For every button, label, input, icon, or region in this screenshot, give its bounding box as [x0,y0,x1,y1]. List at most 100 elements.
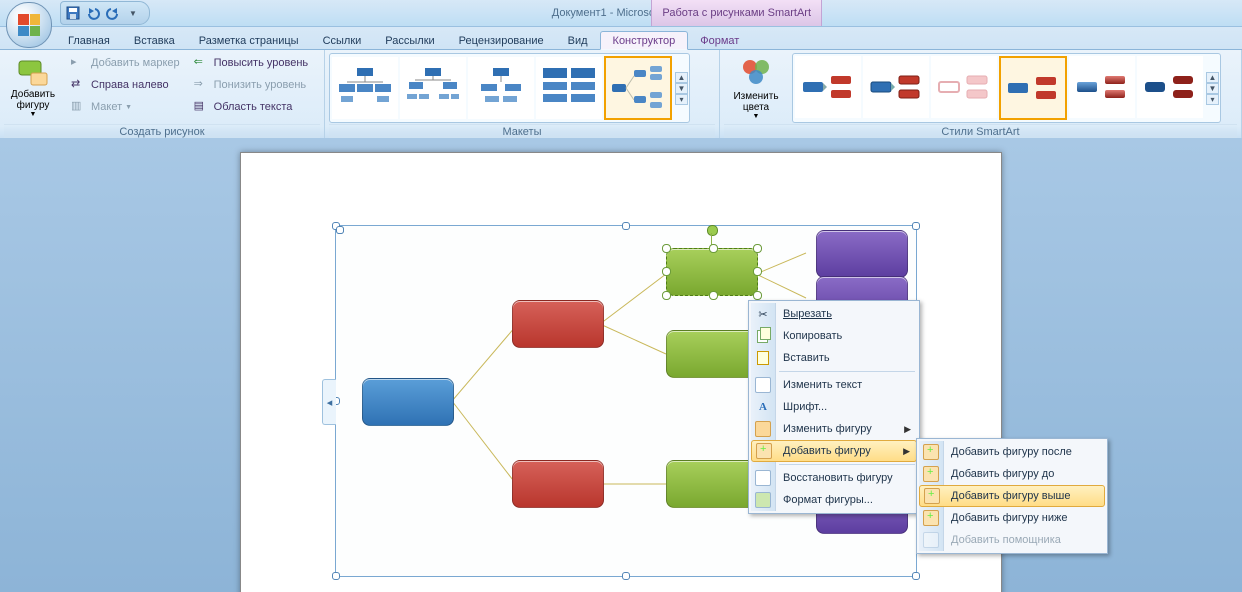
gallery-more[interactable]: ▾ [675,94,688,105]
layout-option-1[interactable] [332,57,398,119]
menu-cut[interactable]: ✂ Вырезать [751,303,917,325]
frame-handle-br[interactable] [912,572,920,580]
tab-format[interactable]: Формат [688,32,751,49]
save-button[interactable] [65,5,81,21]
add-shape-label: Добавить фигуру [7,89,59,111]
menu-copy[interactable]: Копировать [751,325,917,347]
change-shape-icon [755,421,771,437]
styles-scroll-down[interactable]: ▼ [1206,83,1219,94]
qat-customize-button[interactable]: ▼ [125,5,141,21]
demote-button[interactable]: ⇒Понизить уровень [189,74,314,96]
styles-gallery-scroll: ▲ ▼ ▾ [1206,72,1219,105]
style-option-2[interactable] [863,56,929,118]
menu-edit-text[interactable]: Изменить текст [751,374,917,396]
sel-handle-r[interactable] [753,267,762,276]
tab-references[interactable]: Ссылки [311,32,374,49]
group-styles: Изменить цвета ▼ ▲ ▼ ▾ Стили S [720,50,1242,140]
tab-insert[interactable]: Вставка [122,32,187,49]
layout-option-4[interactable] [536,57,602,119]
submenu-arrow-icon: ▶ [903,446,910,457]
add-shape-button[interactable]: Добавить фигуру ▼ [4,52,62,121]
smartart-node-a1[interactable] [512,300,604,348]
styles-more[interactable]: ▾ [1206,94,1219,105]
text-pane-icon: ▤ [194,99,210,115]
office-button[interactable] [6,2,52,48]
menu-paste[interactable]: Вставить [751,347,917,369]
frame-handle-tr[interactable] [912,222,920,230]
font-icon: A [755,399,771,415]
redo-icon [106,6,120,20]
sel-handle-tr[interactable] [753,244,762,253]
gallery-scroll-down[interactable]: ▼ [675,83,688,94]
right-to-left-button[interactable]: ⇄Справа налево [66,74,185,96]
tab-page-layout[interactable]: Разметка страницы [187,32,311,49]
layout-dropdown-button[interactable]: ▥Макет▼ [66,96,185,118]
sel-handle-b[interactable] [709,291,718,300]
ribbon-tabs: Главная Вставка Разметка страницы Ссылки… [0,27,1242,50]
sel-handle-tl[interactable] [662,244,671,253]
frame-handle-tl[interactable] [332,222,340,230]
quick-access-toolbar: ▼ [60,1,150,25]
sel-handle-bl[interactable] [662,291,671,300]
gallery-scroll-up[interactable]: ▲ [675,72,688,83]
menu-format-shape[interactable]: Формат фигуры... [751,489,917,511]
layouts-gallery-scroll: ▲ ▼ ▾ [675,72,688,105]
smartart-node-root[interactable] [362,378,454,426]
sel-handle-br[interactable] [753,291,762,300]
submenu-add-below[interactable]: Добавить фигуру ниже [919,507,1105,529]
rotate-handle[interactable] [707,225,718,236]
bullet-icon: ▸ [71,55,87,71]
smartart-node-selected[interactable] [666,248,758,296]
edit-text-icon [755,377,771,393]
sel-handle-t[interactable] [709,244,718,253]
submenu-arrow-icon: ▶ [904,424,911,435]
styles-scroll-up[interactable]: ▲ [1206,72,1219,83]
menu-reset-shape[interactable]: Восстановить фигуру [751,467,917,489]
sel-handle-l[interactable] [662,267,671,276]
save-icon [66,6,80,20]
layout-option-2[interactable] [400,57,466,119]
layout-option-3[interactable] [468,57,534,119]
cut-icon: ✂ [755,306,771,322]
tab-review[interactable]: Рецензирование [447,32,556,49]
smartart-node-b3[interactable] [666,460,758,508]
add-below-icon [923,510,939,526]
frame-handle-b[interactable] [622,572,630,580]
tab-view[interactable]: Вид [556,32,600,49]
change-colors-button[interactable]: Изменить цвета ▼ [724,54,788,123]
smartart-node-c1[interactable] [816,230,908,278]
tab-mailings[interactable]: Рассылки [373,32,446,49]
add-bullet-button[interactable]: ▸Добавить маркер [66,52,185,74]
group-create-graphic: Добавить фигуру ▼ ▸Добавить маркер ⇄Спра… [0,50,325,140]
menu-add-shape[interactable]: Добавить фигуру ▶ [751,440,917,462]
text-pane-expand-tab[interactable]: ◂ [322,379,336,425]
menu-font[interactable]: A Шрифт... [751,396,917,418]
submenu-add-before[interactable]: Добавить фигуру до [919,463,1105,485]
style-option-3[interactable] [931,56,997,118]
tab-home[interactable]: Главная [56,32,122,49]
submenu-add-after[interactable]: Добавить фигуру после [919,441,1105,463]
frame-handle-bl[interactable] [332,572,340,580]
layout-option-5[interactable] [604,56,672,120]
style-option-4[interactable] [999,56,1067,120]
frame-handle-t[interactable] [622,222,630,230]
smartart-node-a2[interactable] [512,460,604,508]
ribbon: Добавить фигуру ▼ ▸Добавить маркер ⇄Спра… [0,50,1242,141]
demote-icon: ⇒ [194,77,210,93]
text-pane-button[interactable]: ▤Область текста [189,96,314,118]
submenu-add-above[interactable]: Добавить фигуру выше [919,485,1105,507]
add-after-icon [923,444,939,460]
style-option-5[interactable] [1069,56,1135,118]
contextual-tab-title: Работа с рисунками SmartArt [651,0,822,26]
add-assistant-icon [923,532,939,548]
add-shape-submenu: Добавить фигуру после Добавить фигуру до… [916,438,1108,554]
smartart-node-b2[interactable] [666,330,758,378]
menu-change-shape[interactable]: Изменить фигуру ▶ [751,418,917,440]
tab-design[interactable]: Конструктор [600,31,689,50]
style-option-1[interactable] [795,56,861,118]
promote-button[interactable]: ⇐Повысить уровень [189,52,314,74]
group-layouts: ▲ ▼ ▾ Макеты [325,50,720,140]
undo-button[interactable] [85,5,101,21]
style-option-6[interactable] [1137,56,1203,118]
redo-button[interactable] [105,5,121,21]
